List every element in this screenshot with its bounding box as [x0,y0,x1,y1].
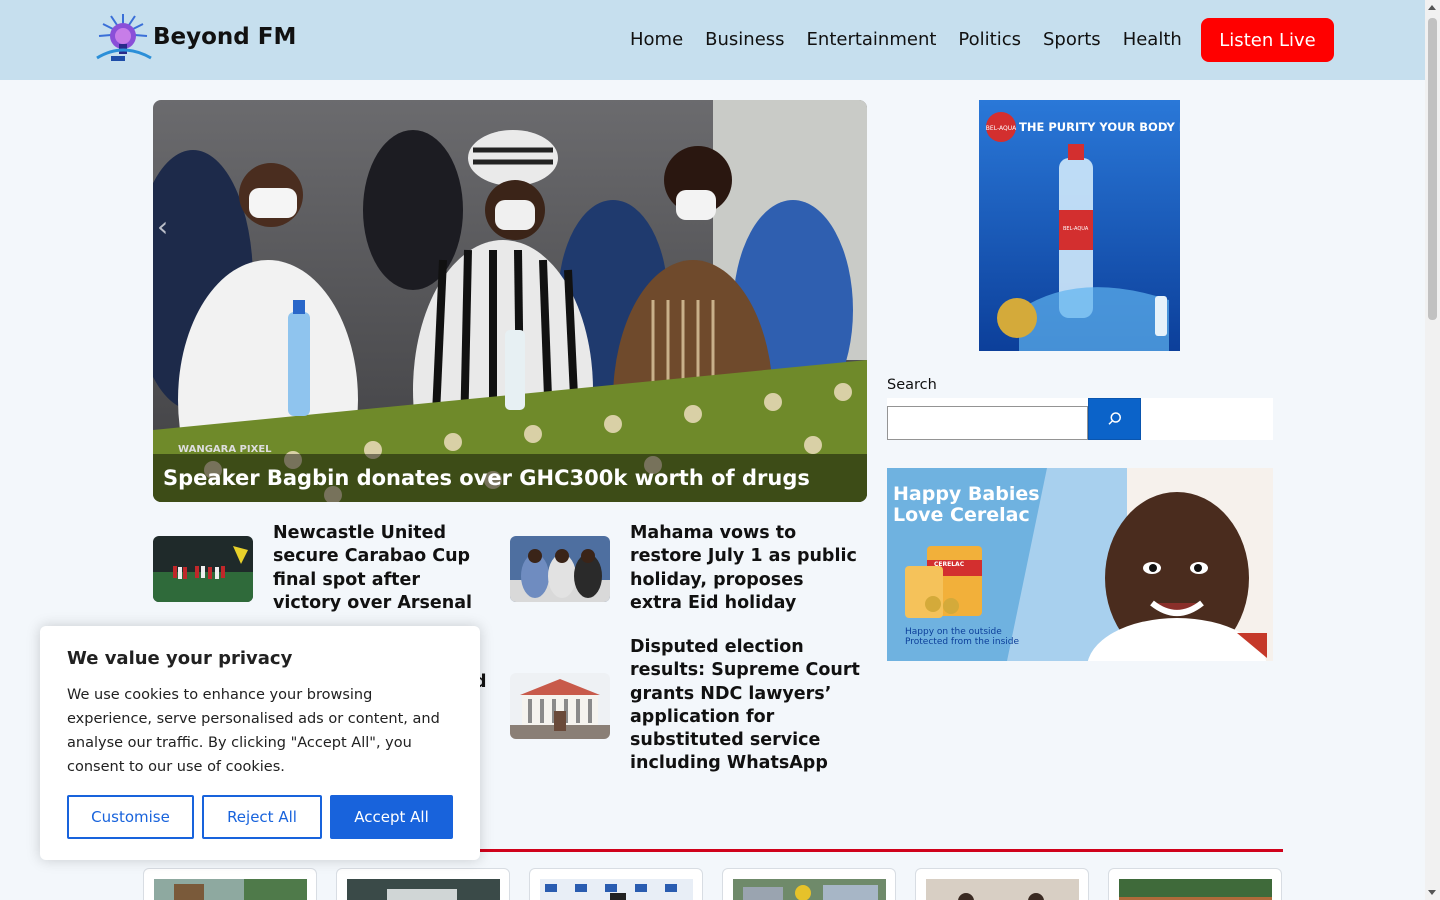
cookie-title: We value your privacy [67,648,293,669]
hero-watermark: WANGARA PIXEL [178,444,272,455]
nav-business[interactable]: Business [705,29,784,50]
ad-tagline-line-2: Protected from the inside [905,637,1020,647]
ad-headline-line-1: Happy Babies [893,483,1040,505]
ad-headline: Happy Babies Love Cerelac [893,484,1040,526]
card-thumbnail [926,879,1079,900]
nav-health[interactable]: Health [1123,29,1182,50]
card-thumbnail [540,879,693,900]
scrollbar-thumb[interactable] [1428,18,1437,320]
cerelac-ad[interactable]: Happy Babies Love Cerelac CERELAC Happy … [887,468,1273,661]
search-button[interactable] [1088,398,1141,440]
hero-image [153,100,867,502]
nav-entertainment[interactable]: Entertainment [807,29,937,50]
accept-all-button[interactable]: Accept All [330,795,453,839]
card-thumbnail [154,879,307,900]
search-input[interactable] [887,406,1088,440]
article-card[interactable] [1108,868,1282,900]
ad-brand: CERELAC [934,561,965,568]
ad-tagline: Happy on the outside Protected from the … [905,627,1019,647]
article-card[interactable] [722,868,896,900]
ad-tagline-line-1: Happy on the outside [905,627,1002,637]
card-thumbnail [733,879,886,900]
scroll-up-arrow-icon[interactable] [1428,5,1436,10]
news-thumbnail[interactable] [510,673,610,739]
article-card[interactable] [529,868,703,900]
article-card[interactable] [336,868,510,900]
site-logo[interactable] [95,12,153,64]
nav-politics[interactable]: Politics [958,29,1021,50]
site-title[interactable]: Beyond FM [153,24,296,50]
search-label: Search [887,377,937,393]
hero-previous-icon[interactable]: ‹ [157,210,168,243]
search-icon [1107,412,1121,425]
site-header: Beyond FM Home Business Entertainment Po… [0,0,1425,80]
svg-text:BEL-AQUA: BEL-AQUA [986,125,1017,132]
cookie-consent-banner: We value your privacy We use cookies to … [40,626,480,860]
news-thumbnail[interactable] [153,536,253,602]
bel-aqua-ad[interactable]: BEL-AQUA THE PURITY YOUR BODY DESERVES B… [979,100,1180,351]
article-card[interactable] [915,868,1089,900]
card-thumbnail [347,879,500,900]
ad-tagline: THE PURITY YOUR BODY DESERVES [1019,120,1180,134]
news-thumbnail[interactable] [510,536,610,602]
customise-button[interactable]: Customise [67,795,194,839]
nav-home[interactable]: Home [630,29,683,50]
scroll-down-arrow-icon[interactable] [1428,890,1436,895]
news-title[interactable]: Newcastle United secure Carabao Cup fina… [273,522,488,615]
nav-sports[interactable]: Sports [1043,29,1101,50]
cookie-description: We use cookies to enhance your browsing … [67,687,440,775]
news-title[interactable]: Mahama vows to restore July 1 as public … [630,522,860,615]
section-divider [480,849,1283,852]
listen-live-button[interactable]: Listen Live [1201,18,1334,62]
article-card[interactable] [143,868,317,900]
reject-all-button[interactable]: Reject All [202,795,322,839]
hero-slide[interactable]: ‹ WANGARA PIXEL Speaker Bagbin donates o… [153,100,867,502]
hero-title[interactable]: Speaker Bagbin donates over GHC300k wort… [163,466,810,490]
main-nav: Home Business Entertainment Politics Spo… [630,29,1204,50]
news-title[interactable]: Disputed election results: Supreme Court… [630,636,860,776]
page-scrollbar[interactable] [1425,0,1440,900]
ad-brand: BEL-AQUA [1063,226,1089,232]
ad-headline-line-2: Love Cerelac [893,504,1030,526]
card-thumbnail [1119,879,1272,900]
